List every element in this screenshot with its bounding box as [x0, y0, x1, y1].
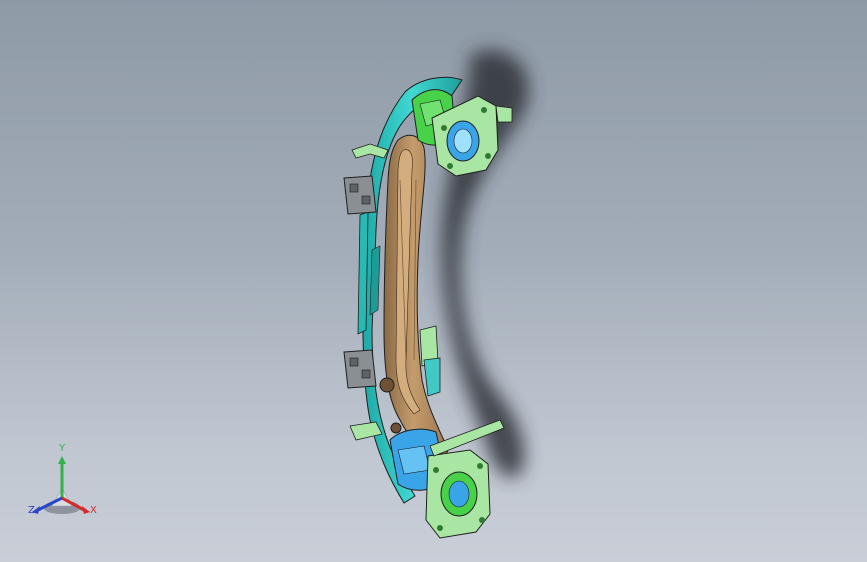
- y-axis-arrow: [58, 456, 66, 464]
- x-axis-arrow: [82, 506, 90, 514]
- y-axis-label: Y: [59, 443, 66, 454]
- axis-triad[interactable]: Y X Z: [22, 443, 112, 526]
- main-beam[interactable]: [379, 134, 449, 471]
- left-bracket-top[interactable]: [343, 175, 377, 215]
- x-axis-label: X: [90, 505, 97, 516]
- cad-model[interactable]: [0, 0, 867, 562]
- 3d-viewport[interactable]: Y X Z: [0, 0, 867, 562]
- z-axis-label: Z: [28, 505, 35, 516]
- triad-graphic: [32, 456, 90, 514]
- left-bracket-bottom[interactable]: [343, 349, 377, 389]
